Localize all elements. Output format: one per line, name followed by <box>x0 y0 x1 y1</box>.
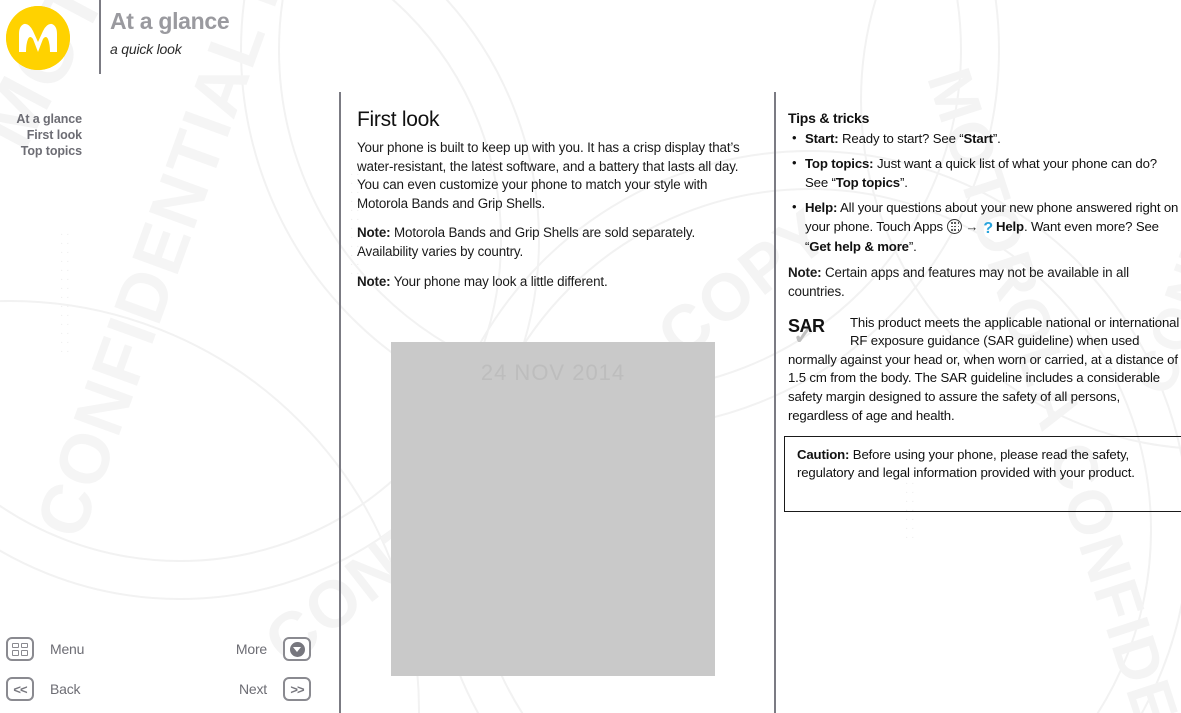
tip-link[interactable]: Start <box>964 131 993 146</box>
main-column: First look Your phone is built to keep u… <box>357 108 757 302</box>
back-glyph: << <box>13 681 27 697</box>
caution-box: Caution: Before using your phone, please… <box>784 436 1181 512</box>
section-heading: First look <box>357 108 440 131</box>
tip-text-after: ”. <box>908 239 917 255</box>
list-item: Top topics: Just want a quick list of wh… <box>788 154 1180 192</box>
list-item: Help: All your questions about your new … <box>788 198 1180 256</box>
page-subtitle: a quick look <box>110 41 182 57</box>
sar-block: SAR ✓ This product meets the applicable … <box>788 314 1180 426</box>
note-1-label: Note: <box>357 225 391 241</box>
tips-heading: Tips & tricks <box>788 110 870 126</box>
sidebar-item-top-topics[interactable]: Top topics <box>0 143 82 159</box>
more-button[interactable]: More <box>236 637 311 661</box>
tips-list: Start: Ready to start? See “Start”. Top … <box>788 129 1180 256</box>
footer-nav: Menu More << Back Next >> <box>0 629 339 713</box>
help-question-icon: ? <box>983 219 993 237</box>
motorola-batwing-icon <box>6 6 70 70</box>
tip-text-after: ”. <box>899 174 908 190</box>
sidebar-item-at-a-glance[interactable]: At a glance <box>0 111 82 127</box>
chevron-down-circle-icon[interactable] <box>283 637 311 661</box>
note-2-label: Note: <box>357 273 391 289</box>
note-1: Note: Motorola Bands and Grip Shells are… <box>357 224 757 261</box>
tip-label: Start: <box>805 131 839 146</box>
menu-button[interactable]: Menu <box>6 637 84 661</box>
arrow-right-icon: → <box>965 218 979 234</box>
tip-link[interactable]: Get help & more <box>809 239 909 254</box>
tip-text: Ready to start? See “ <box>838 131 964 146</box>
apps-grid-icon <box>947 218 963 234</box>
grid-four-squares-icon[interactable] <box>6 637 34 661</box>
tips-note-label: Note: <box>788 265 822 281</box>
header-text-block: At a glance a quick look <box>110 8 230 57</box>
next-glyph: >> <box>290 681 304 697</box>
image-date-watermark: 24 NOV 2014 <box>480 360 626 385</box>
product-image-placeholder: 24 NOV 2014 <box>391 342 715 676</box>
sidebar-item-first-look[interactable]: First look <box>0 127 82 143</box>
tips-note: Note: Certain apps and features may not … <box>788 264 1180 301</box>
caution-text: Caution: Before using your phone, please… <box>797 446 1169 483</box>
manual-page: MOTOROLA CONFIDENTIAL RESTRICTED CONTROL… <box>0 0 1181 713</box>
tips-note-text: Certain apps and features may not be ava… <box>788 265 1129 300</box>
sar-logo-icon: SAR ✓ <box>788 316 844 350</box>
double-chevron-left-icon[interactable]: << <box>6 677 34 701</box>
note-2-text: Your phone may look a little different. <box>390 273 608 289</box>
next-button[interactable]: Next >> <box>239 677 311 701</box>
next-label: Next <box>239 681 267 697</box>
column-divider-left <box>339 92 341 713</box>
page-title: At a glance <box>110 8 230 34</box>
menu-label: Menu <box>50 641 85 657</box>
tip-text-after: ”. <box>992 131 1001 146</box>
help-word[interactable]: Help <box>996 219 1024 234</box>
note-1-text: Motorola Bands and Grip Shells are sold … <box>357 225 696 259</box>
more-label: More <box>235 641 267 657</box>
intro-paragraph: Your phone is built to keep up with you.… <box>357 140 740 211</box>
tip-link[interactable]: Top topics <box>836 175 900 190</box>
back-label: Back <box>50 681 81 697</box>
note-2: Note: Your phone may look a little diffe… <box>357 273 757 292</box>
header-divider <box>99 0 101 74</box>
caution-label: Caution: <box>797 447 850 462</box>
back-button[interactable]: << Back <box>6 677 81 701</box>
double-chevron-right-icon[interactable]: >> <box>283 677 311 701</box>
sar-body-text: This product meets the applicable nation… <box>788 314 1180 423</box>
motorola-logo <box>6 6 70 70</box>
tip-label: Top topics: <box>805 156 874 172</box>
sar-logo-text: SAR <box>788 315 825 336</box>
list-item: Start: Ready to start? See “Start”. <box>788 129 1180 148</box>
sidebar-nav: At a glance First look Top topics <box>0 111 82 159</box>
column-divider-right <box>774 92 776 713</box>
tips-column: Tips & tricks Start: Ready to start? See… <box>788 110 1180 425</box>
tip-label: Help: <box>805 200 838 216</box>
